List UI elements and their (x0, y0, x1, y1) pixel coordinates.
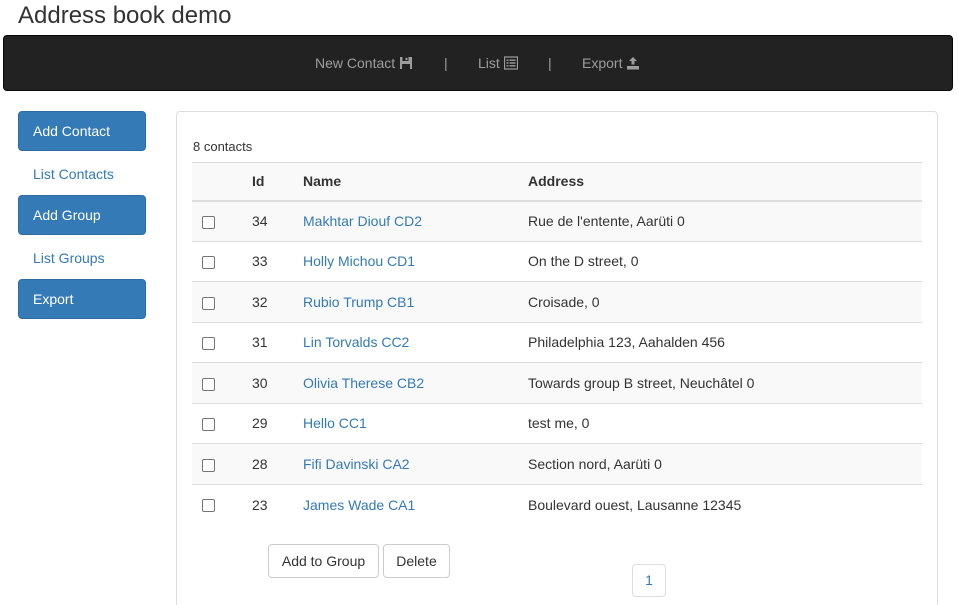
contacts-table: Id Name Address 34 Makhtar Diouf CD2 Rue d… (192, 162, 922, 525)
header-id: Id (252, 162, 303, 202)
row-checkbox[interactable] (202, 256, 215, 270)
row-id: 29 (252, 402, 303, 444)
row-address: test me, 0 (528, 402, 922, 444)
add-to-group-button[interactable]: Add to Group (268, 544, 379, 578)
row-select-cell (192, 362, 252, 403)
table-header-row: Id Name Address (192, 162, 922, 202)
contact-name-link[interactable]: Olivia Therese CB2 (303, 375, 424, 391)
header-name: Name (303, 162, 528, 202)
nav-list[interactable]: List (478, 36, 518, 90)
delete-button[interactable]: Delete (383, 544, 450, 578)
row-address: Croisade, 0 (528, 281, 922, 322)
row-select-cell (192, 483, 252, 525)
table-row: 32 Rubio Trump CB1 Croisade, 0 (192, 281, 922, 322)
row-name-cell: Makhtar Diouf CD2 (303, 200, 528, 241)
row-address: Towards group B street, Neuchâtel 0 (528, 362, 922, 403)
row-id: 30 (252, 362, 303, 403)
row-id: 23 (252, 483, 303, 525)
row-checkbox[interactable] (202, 215, 215, 229)
table-row: 34 Makhtar Diouf CD2 Rue de l'entente, Aar… (192, 200, 922, 241)
row-name-cell: Hello CC1 (303, 402, 528, 444)
nav-list-label: List (478, 55, 500, 71)
nav-export-label: Export (582, 55, 623, 71)
nav-separator: | (548, 55, 552, 71)
row-name-cell: Rubio Trump CB1 (303, 281, 528, 322)
table-row: 29 Hello CC1 test me, 0 (192, 402, 922, 444)
row-select-cell (192, 402, 252, 444)
row-name-cell: James Wade CA1 (303, 483, 528, 525)
row-address: Section nord, Aarüti 0 (528, 443, 922, 484)
table-row: 33 Holly Michou CD1 On the D street, 0 (192, 240, 922, 282)
row-checkbox[interactable] (202, 458, 215, 472)
top-navbar: New Contact | List | Export (3, 35, 953, 91)
contact-name-link[interactable]: Hello CC1 (303, 415, 367, 431)
pagination-page-1[interactable]: 1 (632, 564, 666, 597)
nav-export[interactable]: Export (582, 36, 640, 90)
sidebar-export-button[interactable]: Export (18, 279, 146, 319)
row-select-cell (192, 200, 252, 241)
table-row: 23 James Wade CA1 Boulevard ouest, Lausann… (192, 483, 922, 525)
row-select-cell (192, 321, 252, 363)
contacts-count: 8 contacts (193, 139, 253, 154)
row-name-cell: Holly Michou CD1 (303, 240, 528, 282)
row-id: 32 (252, 281, 303, 322)
nav-new-contact[interactable]: New Contact (315, 36, 413, 90)
row-name-cell: Olivia Therese CB2 (303, 362, 528, 403)
list-alt-icon (503, 56, 518, 70)
row-address: Boulevard ouest, Lausanne 12345 (528, 483, 922, 525)
row-select-cell (192, 240, 252, 282)
export-icon (626, 56, 640, 70)
row-checkbox[interactable] (202, 377, 215, 391)
row-id: 31 (252, 321, 303, 363)
floppy-disk-icon (399, 56, 413, 70)
row-id: 33 (252, 240, 303, 282)
row-select-cell (192, 281, 252, 322)
row-address: On the D street, 0 (528, 240, 922, 282)
nav-new-contact-label: New Contact (315, 55, 396, 71)
row-name-cell: Fifi Davinski CA2 (303, 443, 528, 484)
contact-name-link[interactable]: Fifi Davinski CA2 (303, 456, 410, 472)
row-select-cell (192, 443, 252, 484)
contact-name-link[interactable]: Holly Michou CD1 (303, 253, 415, 269)
sidebar-add-group-button[interactable]: Add Group (18, 195, 146, 235)
contacts-panel: 8 contacts Id Name Address 34 Makhtar Dio… (176, 111, 938, 605)
table-row: 31 Lin Torvalds CC2 Philadelphia 123, Aaha… (192, 321, 922, 363)
table-row: 30 Olivia Therese CB2 Towards group B stre… (192, 362, 922, 403)
header-address: Address (528, 162, 922, 202)
row-checkbox[interactable] (202, 418, 215, 432)
row-checkbox[interactable] (202, 337, 215, 351)
sidebar-list-contacts-link[interactable]: List Contacts (33, 164, 114, 184)
row-checkbox[interactable] (202, 296, 215, 310)
contact-name-link[interactable]: Rubio Trump CB1 (303, 294, 414, 310)
app-title: Address book demo (18, 2, 232, 29)
row-name-cell: Lin Torvalds CC2 (303, 321, 528, 363)
contact-name-link[interactable]: James Wade CA1 (303, 497, 415, 513)
row-address: Philadelphia 123, Aahalden 456 (528, 321, 922, 363)
row-id: 34 (252, 200, 303, 241)
row-address: Rue de l'entente, Aarüti 0 (528, 200, 922, 241)
contact-name-link[interactable]: Makhtar Diouf CD2 (303, 213, 422, 229)
contact-name-link[interactable]: Lin Torvalds CC2 (303, 334, 409, 350)
row-checkbox[interactable] (202, 499, 215, 513)
sidebar-list-groups-link[interactable]: List Groups (33, 248, 105, 268)
row-id: 28 (252, 443, 303, 484)
table-row: 28 Fifi Davinski CA2 Section nord, Aarüti … (192, 443, 922, 484)
sidebar-add-contact-button[interactable]: Add Contact (18, 111, 146, 151)
header-select (192, 162, 252, 202)
nav-separator: | (444, 55, 448, 71)
